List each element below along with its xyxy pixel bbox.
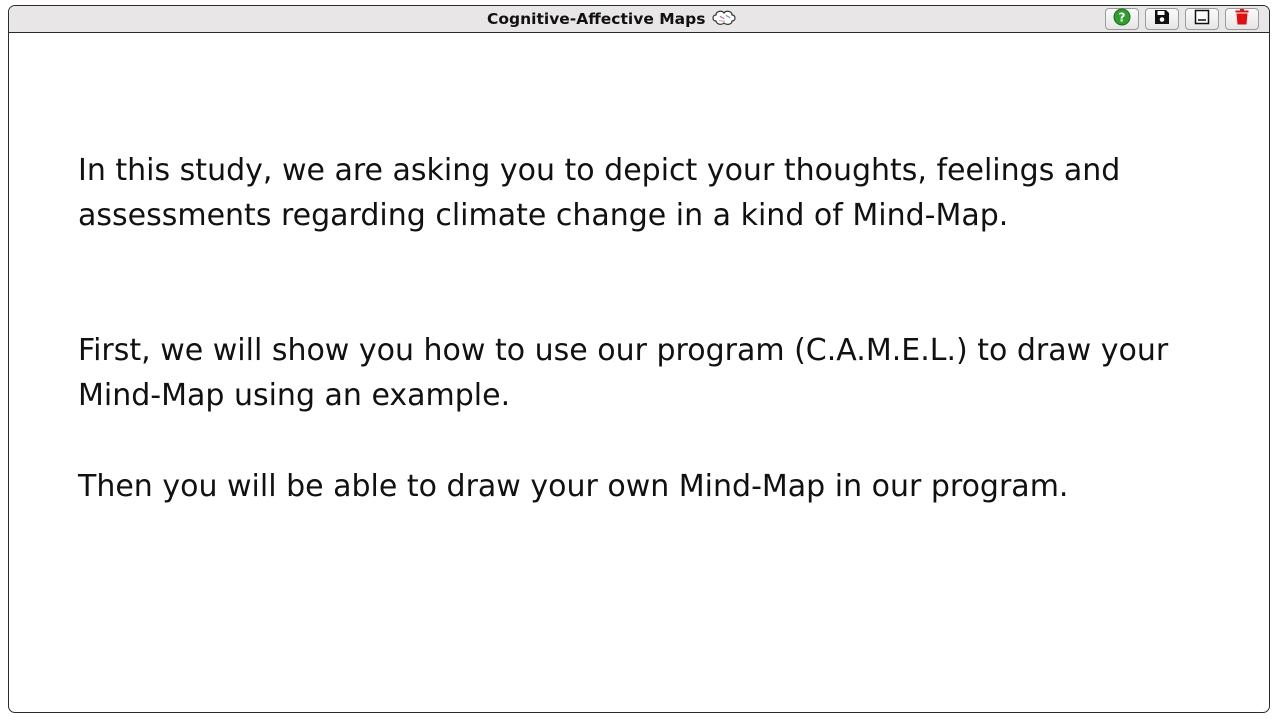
title-bar: Cognitive-Affective Maps ? xyxy=(9,6,1269,33)
instruction-paragraph-1: In this study, we are asking you to depi… xyxy=(78,153,1121,233)
instruction-paragraph-3: Then you will be able to draw your own M… xyxy=(78,469,1069,504)
export-image-button[interactable] xyxy=(1185,8,1219,30)
floppy-disk-icon xyxy=(1154,9,1170,29)
question-circle-icon: ? xyxy=(1113,8,1131,30)
save-button[interactable] xyxy=(1145,8,1179,30)
image-icon xyxy=(1194,9,1210,29)
delete-button[interactable] xyxy=(1225,8,1259,30)
svg-text:?: ? xyxy=(1119,11,1126,25)
toolbar: ? xyxy=(1105,8,1259,31)
instruction-paragraph-2: First, we will show you how to use our p… xyxy=(78,333,1169,413)
window-title-text: Cognitive-Affective Maps xyxy=(487,10,706,28)
window-title: Cognitive-Affective Maps xyxy=(487,10,737,28)
help-button[interactable]: ? xyxy=(1105,8,1139,30)
trash-icon xyxy=(1235,9,1249,29)
app-window: Cognitive-Affective Maps ? In this study… xyxy=(8,5,1270,713)
brain-icon xyxy=(711,9,737,27)
